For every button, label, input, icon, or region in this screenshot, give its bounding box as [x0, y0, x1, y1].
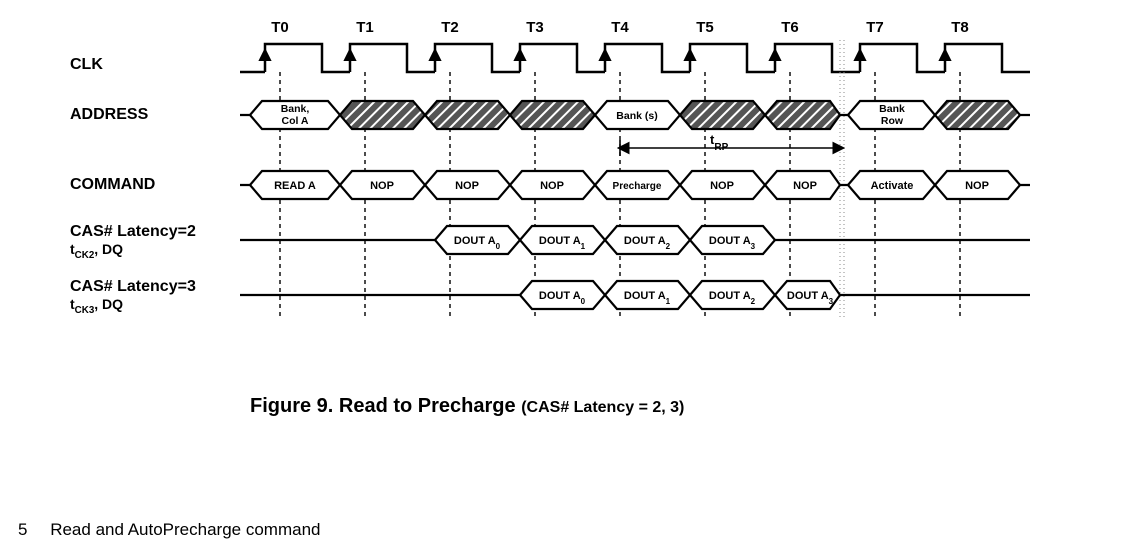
- clk-label: CLK: [70, 56, 103, 74]
- trp-arrow: tRP: [620, 132, 842, 156]
- svg-text:Bank (s): Bank (s): [616, 110, 657, 122]
- dq-cas3-row: DOUT A0 DOUT A1 DOUT A2 DOUT A3: [240, 281, 1030, 309]
- time-labels: T0 T1 T2 T3 T4 T5 T6 T7 T8: [271, 20, 969, 36]
- timing-diagram: CLK ADDRESS COMMAND CAS# Latency=2 tCK2,…: [70, 20, 1070, 400]
- svg-text:NOP: NOP: [370, 180, 394, 192]
- time-label: T1: [356, 20, 374, 36]
- svg-text:NOP: NOP: [965, 180, 989, 192]
- time-label: T0: [271, 20, 289, 36]
- command-label: COMMAND: [70, 176, 155, 194]
- time-label: T7: [866, 20, 884, 36]
- section-title: Read and AutoPrecharge command: [50, 520, 320, 539]
- clk-waveform: [240, 44, 1030, 72]
- address-label: ADDRESS: [70, 106, 148, 124]
- break-marker: [840, 40, 844, 320]
- section-heading: 5 Read and AutoPrecharge command: [18, 520, 321, 540]
- svg-text:READ A: READ A: [274, 180, 316, 192]
- time-label: T5: [696, 20, 714, 36]
- dq-cas2-row: DOUT A0 DOUT A1 DOUT A2 DOUT A3: [240, 226, 1030, 254]
- svg-text:NOP: NOP: [710, 180, 734, 192]
- svg-text:NOP: NOP: [455, 180, 479, 192]
- time-label: T6: [781, 20, 799, 36]
- address-row: Bank, Col A Bank (s) Bank Row: [240, 101, 1030, 129]
- section-number: 5: [18, 520, 27, 539]
- cas2-label: CAS# Latency=2 tCK2, DQ: [70, 223, 196, 261]
- command-row: READ A NOP NOP NOP Precharge NOP NOP Act…: [240, 171, 1030, 199]
- time-label: T3: [526, 20, 544, 36]
- time-label: T8: [951, 20, 969, 36]
- svg-text:Bank: Bank: [879, 103, 905, 115]
- svg-text:Activate: Activate: [871, 180, 914, 192]
- svg-text:tRP: tRP: [710, 132, 729, 153]
- timing-svg: T0 T1 T2 T3 T4 T5 T6 T7 T8: [70, 20, 1070, 400]
- svg-text:Bank,: Bank,: [281, 103, 310, 115]
- time-label: T4: [611, 20, 629, 36]
- time-label: T2: [441, 20, 459, 36]
- cas3-label: CAS# Latency=3 tCK3, DQ: [70, 278, 196, 316]
- svg-text:NOP: NOP: [540, 180, 564, 192]
- svg-text:Col A: Col A: [281, 115, 308, 127]
- figure-caption: Figure 9. Read to Precharge (CAS# Latenc…: [250, 395, 950, 418]
- svg-text:NOP: NOP: [793, 180, 817, 192]
- svg-text:Row: Row: [881, 115, 904, 127]
- svg-text:Precharge: Precharge: [613, 181, 662, 192]
